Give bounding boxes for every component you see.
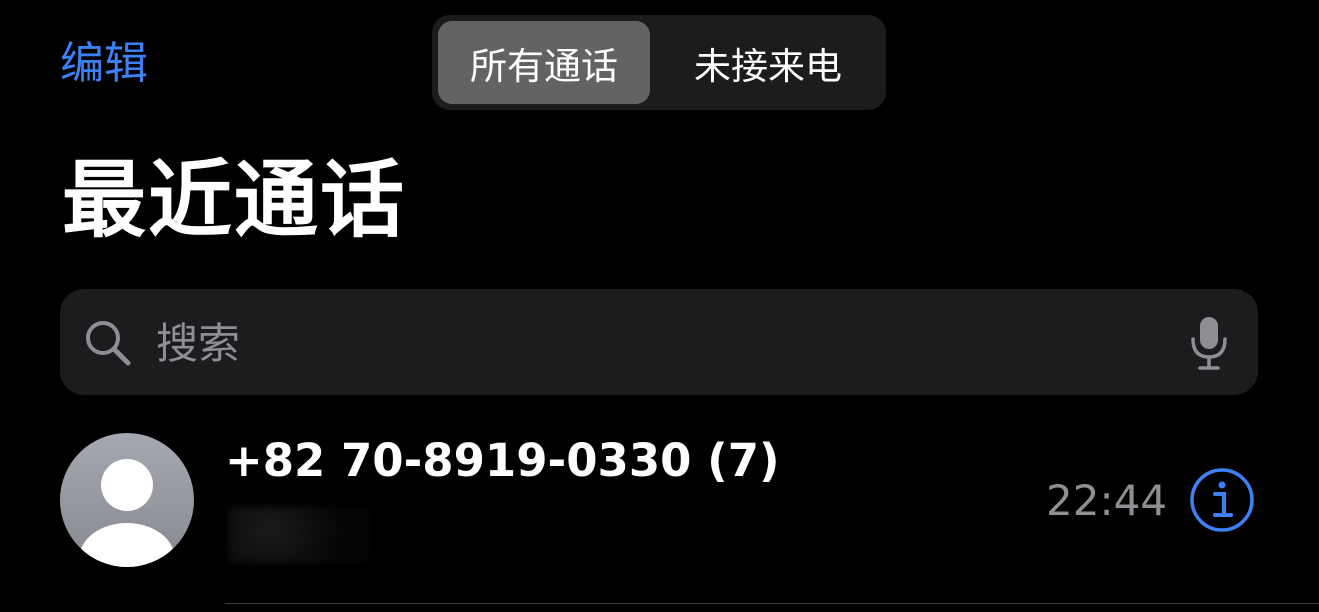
- avatar: [60, 433, 194, 567]
- caller-number: +82 70-8919-0330 (7): [225, 434, 780, 487]
- microphone-icon[interactable]: [1188, 315, 1230, 371]
- search-input[interactable]: [154, 309, 1158, 377]
- info-icon[interactable]: [1189, 467, 1255, 533]
- caller-location-redacted: [228, 507, 368, 563]
- row-divider: [225, 603, 1319, 604]
- call-list-item[interactable]: +82 70-8919-0330 (7) 22:44: [0, 415, 1319, 605]
- edit-button[interactable]: 编辑: [60, 36, 148, 92]
- call-filter-segmented-control: 所有通话 未接来电: [432, 15, 886, 110]
- segment-missed-calls[interactable]: 未接来电: [656, 21, 880, 104]
- segment-all-calls[interactable]: 所有通话: [438, 21, 650, 104]
- search-icon: [82, 317, 134, 369]
- call-time: 22:44: [1046, 476, 1168, 525]
- page-title: 最近通话: [62, 151, 407, 249]
- search-bar[interactable]: [60, 289, 1258, 395]
